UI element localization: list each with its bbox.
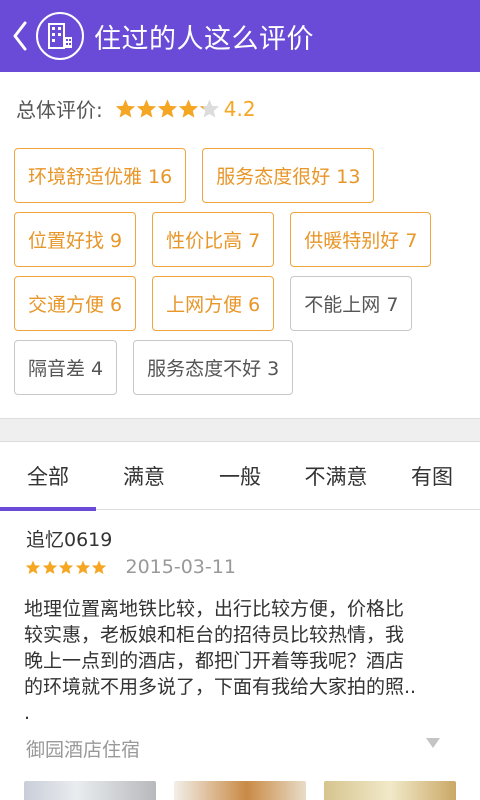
review-username: 追忆0619 [26,529,113,551]
back-button[interactable] [6,0,34,72]
hotel-logo [36,12,84,60]
star-icon [91,559,107,574]
review-text-line: . [24,702,31,724]
tab-0[interactable]: 全部 [0,442,96,511]
rating-summary: 总体评价: 4.2 环境舒适优雅 16 服务态度很好 13 位置好找 9 性价比高 7… [0,72,480,418]
review-text-line: 较实惠，老板娘和柜台的招待员比较热情，我 [24,624,405,646]
review-photo[interactable] [174,781,306,800]
review-tag[interactable]: 供暖特别好 7 [290,212,432,267]
review-filter-tabs: 全部 满意 一般 不满意 有图 [0,442,480,511]
star-icon [42,559,57,574]
review-text-line: 地理位置离地铁比较，出行比较方便，价格比 [24,598,405,620]
review-meta: 2015-03-11 [25,556,236,578]
review-tag[interactable]: 上网方便 6 [152,276,275,331]
overall-rating-label: 总体评价: [16,98,103,122]
chevron-left-icon [13,21,27,51]
star-icon [115,98,136,119]
tab-2[interactable]: 一般 [192,442,288,510]
review-tag[interactable]: 位置好找 9 [14,212,137,267]
review-item: 追忆0619 2015-03-11 地理位置离地铁比较，出行比较方便，价格比 较实… [0,511,480,800]
review-tag[interactable]: 服务态度不好 3 [133,340,294,395]
app-header: 住过的人这么评价 [0,0,480,72]
review-tag[interactable]: 不能上网 7 [290,276,413,331]
star-icon [136,98,157,119]
overall-rating: 总体评价: 4.2 [16,94,256,123]
review-tag[interactable]: 服务态度很好 13 [202,148,375,203]
section-divider [0,418,480,442]
star-icon [58,559,74,574]
review-photos [24,781,464,800]
tab-1[interactable]: 满意 [96,442,192,510]
review-tag[interactable]: 环境舒适优雅 16 [14,148,187,203]
page-title: 住过的人这么评价 [94,23,314,55]
review-tag[interactable]: 交通方便 6 [14,276,137,331]
triangle-down-icon[interactable] [425,737,441,749]
review-tag[interactable]: 隔音差 4 [14,340,118,395]
review-text-line: 的环境就不用多说了，下面有我给大家拍的照.. [24,676,417,698]
review-tags: 环境舒适优雅 16 服务态度很好 13 位置好找 9 性价比高 7 供暖特别好 7 交通方… [14,148,466,404]
review-stars [25,559,108,575]
review-text-line: 晚上一点到的酒店，都把门开着等我呢？酒店 [24,650,405,672]
star-icon [75,559,90,574]
review-photo[interactable] [24,781,156,800]
star-icon [25,559,41,574]
star-icon [157,98,178,119]
overall-rating-score: 4.2 [223,96,256,121]
review-date: 2015-03-11 [125,556,236,578]
review-text: 地理位置离地铁比较，出行比较方便，价格比 较实惠，老板娘和柜台的招待员比较热情，我… [24,596,460,726]
tab-3[interactable]: 不满意 [288,442,384,510]
review-photo[interactable] [324,781,456,800]
review-source: 御园酒店住宿 [26,739,141,761]
tab-4[interactable]: 有图 [384,442,480,510]
star-icon [199,98,220,119]
overall-rating-stars [115,98,220,119]
hotel-building-icon [48,23,72,49]
review-tag[interactable]: 性价比高 7 [152,212,275,267]
star-icon [178,98,199,119]
